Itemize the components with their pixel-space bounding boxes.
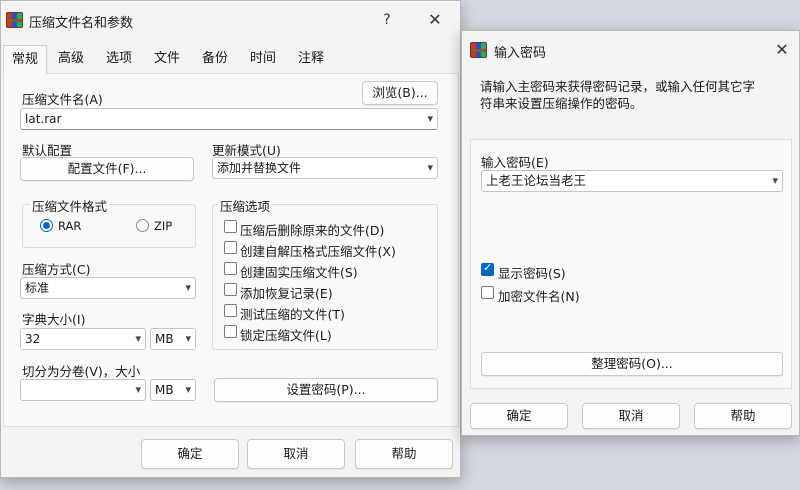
enter-password-dialog: 输入密码 ✕ 请输入主密码来获得密码记录，或输入任何其它字 符串来设置压缩操作的… bbox=[461, 30, 800, 436]
sfx-checkbox[interactable] bbox=[224, 241, 237, 254]
chevron-down-icon[interactable]: ▾ bbox=[427, 158, 433, 178]
browse-button[interactable]: 浏览(B)... bbox=[362, 81, 438, 105]
delete-after-checkbox[interactable] bbox=[224, 220, 237, 233]
dictionary-size-select[interactable]: 32 ▾ bbox=[20, 328, 146, 350]
chevron-down-icon[interactable]: ▾ bbox=[185, 329, 191, 349]
tab-general[interactable]: 常规 bbox=[3, 45, 47, 74]
tab-time[interactable]: 时间 bbox=[241, 45, 285, 73]
tab-options[interactable]: 选项 bbox=[97, 45, 141, 73]
split-unit-select[interactable]: MB ▾ bbox=[150, 379, 196, 401]
chevron-down-icon[interactable]: ▾ bbox=[185, 278, 191, 298]
dictionary-unit-value: MB bbox=[155, 332, 174, 346]
help-button[interactable]: 帮助 bbox=[355, 439, 453, 469]
close-icon[interactable]: ✕ bbox=[768, 37, 796, 63]
solid-archive-checkbox[interactable] bbox=[224, 262, 237, 275]
window-title: 输入密码 bbox=[494, 46, 547, 61]
compression-method-value: 标准 bbox=[25, 281, 50, 295]
archive-name-label: 压缩文件名(A) bbox=[22, 92, 103, 107]
ok-button[interactable]: 确定 bbox=[141, 439, 239, 469]
split-size-select[interactable]: ▾ bbox=[20, 379, 146, 401]
zip-label: ZIP bbox=[154, 219, 173, 233]
archive-name-input[interactable]: lat.rar ▾ bbox=[20, 108, 438, 130]
encrypt-file-names-checkbox[interactable] bbox=[481, 286, 494, 299]
show-password-label: 显示密码(S) bbox=[498, 266, 566, 281]
sfx-label: 创建自解压格式压缩文件(X) bbox=[240, 244, 396, 259]
close-icon[interactable]: ✕ bbox=[421, 7, 449, 33]
tab-backup[interactable]: 备份 bbox=[193, 45, 237, 73]
title-bar[interactable]: 压缩文件名和参数 ? ✕ bbox=[1, 1, 460, 39]
update-mode-select[interactable]: 添加并替换文件 ▾ bbox=[212, 157, 438, 179]
window-title: 压缩文件名和参数 bbox=[29, 16, 134, 31]
cancel-button[interactable]: 取消 bbox=[247, 439, 345, 469]
solid-archive-label: 创建固实压缩文件(S) bbox=[240, 265, 358, 280]
zip-radio[interactable] bbox=[136, 219, 149, 232]
archive-name-and-parameters-dialog: 压缩文件名和参数 ? ✕ 常规 高级 选项 文件 备份 时间 注释 压缩文件名(… bbox=[0, 0, 461, 478]
tab-files[interactable]: 文件 bbox=[145, 45, 189, 73]
enter-password-label: 输入密码(E) bbox=[481, 155, 549, 170]
winrar-app-icon bbox=[6, 12, 23, 28]
profiles-button[interactable]: 配置文件(F)... bbox=[20, 157, 194, 181]
archiving-options-label: 压缩选项 bbox=[218, 196, 273, 215]
lock-archive-checkbox[interactable] bbox=[224, 325, 237, 338]
chevron-down-icon[interactable]: ▾ bbox=[427, 109, 433, 129]
compression-method-label: 压缩方式(C) bbox=[22, 262, 91, 277]
split-volumes-label: 切分为分卷(V)，大小 bbox=[22, 364, 141, 379]
chevron-down-icon[interactable]: ▾ bbox=[772, 171, 778, 191]
test-files-checkbox[interactable] bbox=[224, 304, 237, 317]
archive-name-value: lat.rar bbox=[25, 112, 62, 126]
update-mode-value: 添加并替换文件 bbox=[217, 161, 302, 175]
organize-passwords-button[interactable]: 整理密码(O)... bbox=[481, 352, 783, 376]
tab-advanced[interactable]: 高级 bbox=[49, 45, 93, 73]
rar-label: RAR bbox=[58, 219, 82, 233]
compression-method-select[interactable]: 标准 ▾ bbox=[20, 277, 196, 299]
ok-button[interactable]: 确定 bbox=[470, 403, 568, 429]
password-input[interactable]: 上老王论坛当老王 ▾ bbox=[481, 170, 783, 192]
title-bar[interactable]: 输入密码 ✕ bbox=[462, 31, 799, 69]
recovery-record-checkbox[interactable] bbox=[224, 283, 237, 296]
delete-after-label: 压缩后删除原来的文件(D) bbox=[240, 223, 385, 238]
set-password-button[interactable]: 设置密码(P)... bbox=[214, 378, 438, 402]
lock-archive-label: 锁定压缩文件(L) bbox=[240, 328, 332, 343]
cancel-button[interactable]: 取消 bbox=[582, 403, 680, 429]
winrar-app-icon bbox=[470, 42, 487, 58]
test-files-label: 测试压缩的文件(T) bbox=[240, 307, 345, 322]
archive-format-label: 压缩文件格式 bbox=[30, 196, 110, 215]
help-button[interactable]: 帮助 bbox=[694, 403, 792, 429]
dictionary-size-label: 字典大小(I) bbox=[22, 312, 86, 327]
tab-comment[interactable]: 注释 bbox=[289, 45, 333, 73]
chevron-down-icon[interactable]: ▾ bbox=[135, 380, 141, 400]
password-value: 上老王论坛当老王 bbox=[486, 173, 587, 188]
split-unit-value: MB bbox=[155, 383, 174, 397]
recovery-record-label: 添加恢复记录(E) bbox=[240, 286, 333, 301]
show-password-checkbox[interactable] bbox=[481, 261, 494, 276]
dictionary-size-value: 32 bbox=[25, 332, 41, 346]
chevron-down-icon[interactable]: ▾ bbox=[185, 380, 191, 400]
encrypt-file-names-label: 加密文件名(N) bbox=[498, 289, 580, 304]
password-panel: 输入密码(E) 上老王论坛当老王 ▾ 显示密码(S) 加密文件名(N) 整理密码… bbox=[470, 139, 792, 389]
instruction-text-line-2: 符串来设置压缩操作的密码。 bbox=[480, 96, 643, 111]
general-tab-panel: 压缩文件名(A) 浏览(B)... lat.rar ▾ 默认配置 配置文件(F)… bbox=[3, 73, 459, 427]
rar-radio[interactable] bbox=[40, 219, 53, 232]
dictionary-unit-select[interactable]: MB ▾ bbox=[150, 328, 196, 350]
help-question-icon[interactable]: ? bbox=[373, 7, 401, 33]
chevron-down-icon[interactable]: ▾ bbox=[135, 329, 141, 349]
